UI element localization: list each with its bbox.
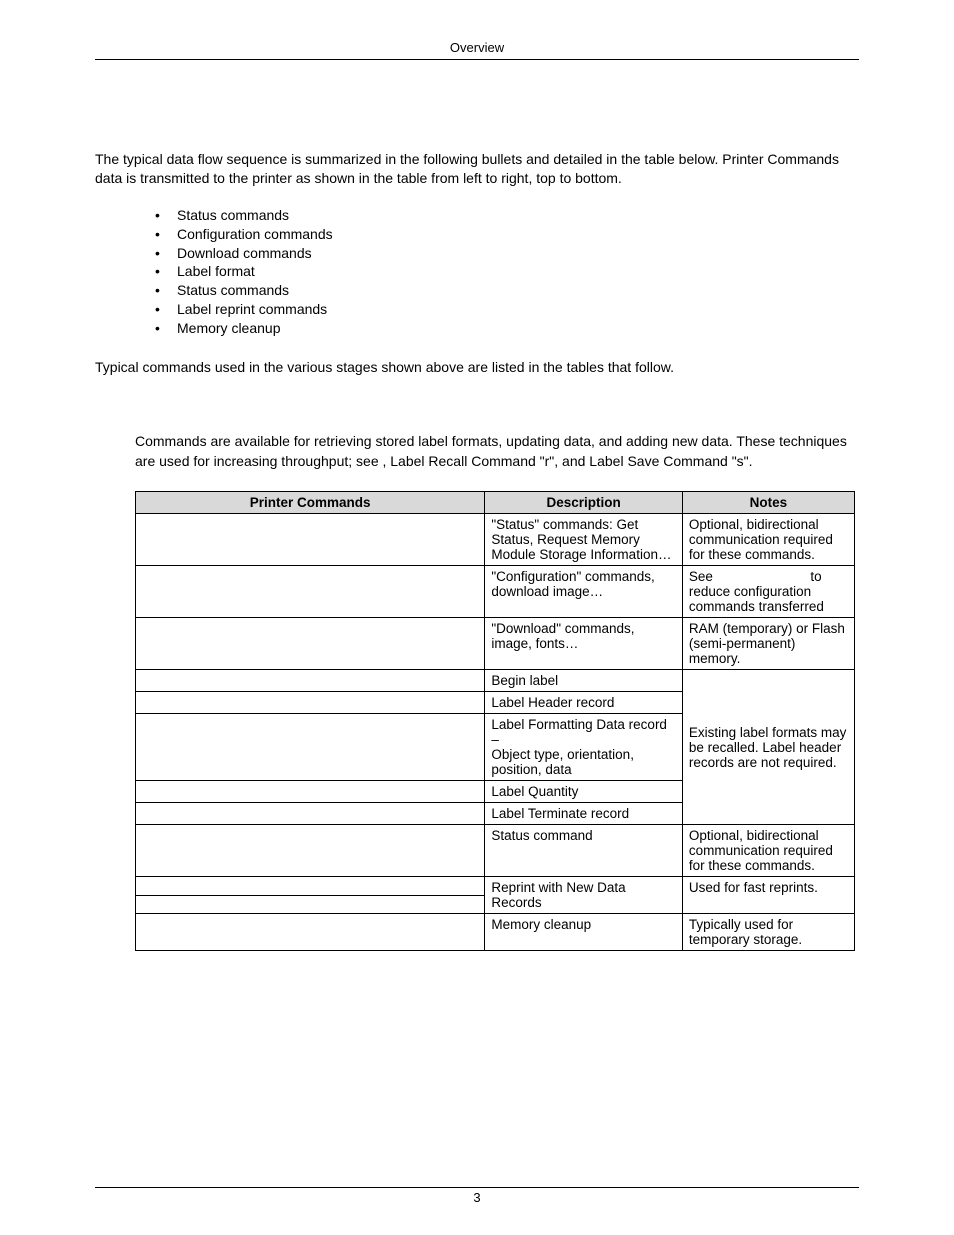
- cell-notes: Typically used for temporary storage.: [682, 914, 854, 951]
- cell-notes: Optional, bidirectional communication re…: [682, 825, 854, 877]
- cell-pc: [136, 803, 485, 825]
- list-item: Download commands: [155, 244, 859, 263]
- list-item: Label reprint commands: [155, 300, 859, 319]
- cell-notes: RAM (temporary) or Flash (semi-permanent…: [682, 618, 854, 670]
- table-row: Begin label Existing label formats may b…: [136, 670, 855, 692]
- footer-rule: [95, 1187, 859, 1188]
- cell-notes-label-group: Existing label formats may be recalled. …: [682, 670, 854, 825]
- cell-notes: Optional, bidirectional communication re…: [682, 514, 854, 566]
- cell-pc: [136, 514, 485, 566]
- table-header-row: Printer Commands Description Notes: [136, 492, 855, 514]
- page-footer: 3: [95, 1187, 859, 1205]
- cell-pc: [136, 895, 485, 914]
- commands-table: Printer Commands Description Notes "Stat…: [135, 491, 855, 951]
- bullet-list: Status commands Configuration commands D…: [95, 206, 859, 338]
- th-notes: Notes: [682, 492, 854, 514]
- cell-pc: [136, 692, 485, 714]
- cell-pc: [136, 877, 485, 896]
- table-row: "Status" commands: Get Status, Request M…: [136, 514, 855, 566]
- label-notes-text: Existing label formats may be recalled. …: [689, 725, 847, 770]
- table-row: Reprint with New Data Records Used for f…: [136, 877, 855, 896]
- cell-pc: [136, 566, 485, 618]
- th-description: Description: [485, 492, 682, 514]
- page-header: Overview: [95, 40, 859, 59]
- th-printer-commands: Printer Commands: [136, 492, 485, 514]
- table-row: "Configuration" commands, download image…: [136, 566, 855, 618]
- cell-desc: "Download" commands, image, fonts…: [485, 618, 682, 670]
- page-number: 3: [95, 1190, 859, 1205]
- list-item: Label format: [155, 262, 859, 281]
- cell-desc: Begin label: [485, 670, 682, 692]
- cell-desc: "Status" commands: Get Status, Request M…: [485, 514, 682, 566]
- header-rule: [95, 59, 859, 60]
- notes-pre: See: [689, 569, 713, 584]
- header-title: Overview: [450, 40, 504, 55]
- cell-desc: "Configuration" commands, download image…: [485, 566, 682, 618]
- cell-desc: Label Formatting Data record – Object ty…: [485, 714, 682, 781]
- notes-rest: reduce configuration commands transferre…: [689, 584, 848, 614]
- cell-pc: [136, 714, 485, 781]
- post-list-paragraph: Typical commands used in the various sta…: [95, 358, 859, 377]
- notes-post: to: [810, 569, 821, 584]
- cell-notes: Used for fast reprints.: [682, 877, 854, 914]
- document-page: Overview The typical data flow sequence …: [0, 0, 954, 1235]
- cell-desc: Label Header record: [485, 692, 682, 714]
- cell-pc: [136, 914, 485, 951]
- cell-pc: [136, 825, 485, 877]
- cell-desc: Status command: [485, 825, 682, 877]
- note-paragraph: Commands are available for retrieving st…: [135, 432, 859, 471]
- table-row: Memory cleanup Typically used for tempor…: [136, 914, 855, 951]
- cell-pc: [136, 781, 485, 803]
- list-item: Status commands: [155, 206, 859, 225]
- list-item: Memory cleanup: [155, 319, 859, 338]
- intro-paragraph: The typical data flow sequence is summar…: [95, 150, 859, 188]
- cell-pc: [136, 618, 485, 670]
- cell-notes: See to reduce configuration commands tra…: [682, 566, 854, 618]
- cell-desc: Reprint with New Data Records: [485, 877, 682, 914]
- list-item: Status commands: [155, 281, 859, 300]
- list-item: Configuration commands: [155, 225, 859, 244]
- table-row: Status command Optional, bidirectional c…: [136, 825, 855, 877]
- cell-pc: [136, 670, 485, 692]
- cell-desc: Label Terminate record: [485, 803, 682, 825]
- cell-desc: Label Quantity: [485, 781, 682, 803]
- cell-desc: Memory cleanup: [485, 914, 682, 951]
- table-row: "Download" commands, image, fonts… RAM (…: [136, 618, 855, 670]
